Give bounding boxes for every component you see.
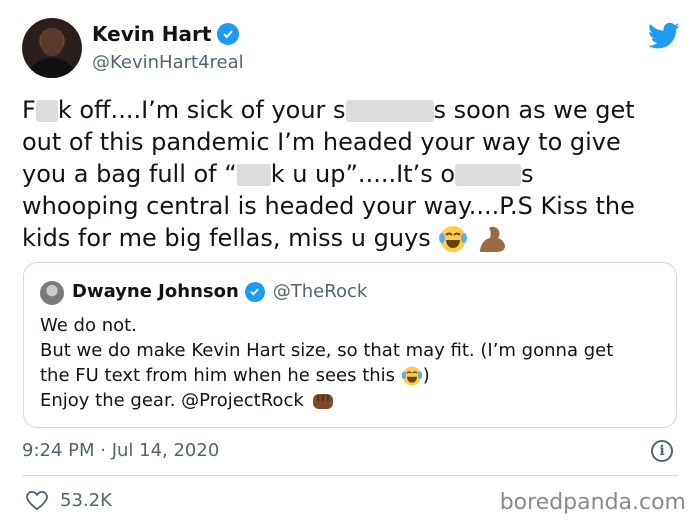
- tweet-text-segment: kids for me big fellas, miss u guys: [22, 224, 431, 252]
- quoted-tweet-text: We do not. But we do make Kevin Hart siz…: [40, 313, 670, 413]
- like-count: 53.2K: [60, 490, 112, 511]
- quoted-text-segment: ): [422, 365, 430, 386]
- tweet-text-segment: s soon as we get: [433, 96, 635, 124]
- fist-bump-emoji-icon: [312, 394, 333, 409]
- quoted-tweet[interactable]: Dwayne Johnson @TheRock We do not. But w…: [23, 262, 677, 428]
- author-handle[interactable]: @KevinHart4real: [92, 52, 244, 73]
- quoted-text-segment[interactable]: Enjoy the gear. @ProjectRock: [40, 390, 304, 411]
- censored-blur: [236, 164, 271, 186]
- twitter-bird-icon[interactable]: [648, 22, 680, 50]
- flexed-biceps-icon: [479, 226, 506, 252]
- tweet-text-segment: F: [22, 96, 36, 124]
- info-icon[interactable]: i: [651, 440, 673, 462]
- heart-icon[interactable]: [26, 490, 48, 511]
- tweet-text-segment: you a bag full of “: [22, 160, 237, 188]
- quoted-author-row: Dwayne Johnson @TheRock: [72, 281, 367, 302]
- quoted-author-name[interactable]: Dwayne Johnson: [72, 281, 239, 302]
- tweet-text-segment: k off....I’m sick of your s: [57, 96, 346, 124]
- avatar[interactable]: [22, 18, 82, 78]
- tweet-timestamp[interactable]: 9:24 PM · Jul 14, 2020: [22, 440, 219, 461]
- quoted-author-handle[interactable]: @TheRock: [273, 281, 368, 302]
- tweet-text-segment: k u up”.....It’s o: [270, 160, 456, 188]
- censored-blur: [345, 100, 434, 122]
- laughing-tears-emoji-icon: [401, 366, 423, 386]
- tweet-text-segment: s: [521, 160, 534, 188]
- verified-badge-icon: [217, 23, 240, 45]
- censored-blur: [455, 164, 522, 186]
- quoted-text-line: We do not.: [40, 315, 137, 336]
- tweet-text-line: out of this pandemic I’m headed your way…: [22, 128, 621, 156]
- laughing-tears-emoji-icon: [439, 226, 468, 252]
- quoted-text-segment: the FU text from him when he sees this: [40, 365, 396, 386]
- author-name-row: Kevin Hart: [92, 22, 240, 46]
- watermark: boredpanda.com: [499, 490, 686, 515]
- quoted-avatar[interactable]: [40, 281, 64, 305]
- tweet-header: Kevin Hart @KevinHart4real: [22, 18, 682, 80]
- quoted-text-line: But we do make Kevin Hart size, so that …: [40, 340, 614, 361]
- censored-blur: [35, 100, 58, 122]
- like-count-row[interactable]: 53.2K: [26, 490, 112, 511]
- tweet-text: Fk off....I’m sick of your s s soon as we…: [22, 94, 682, 254]
- tweet-text-line: whooping central is headed your way....P…: [22, 192, 635, 220]
- divider: [22, 475, 678, 476]
- verified-badge-icon: [244, 281, 265, 302]
- author-name[interactable]: Kevin Hart: [92, 22, 211, 46]
- tweet-card: Kevin Hart @KevinHart4real Fk off....I’m…: [0, 0, 700, 530]
